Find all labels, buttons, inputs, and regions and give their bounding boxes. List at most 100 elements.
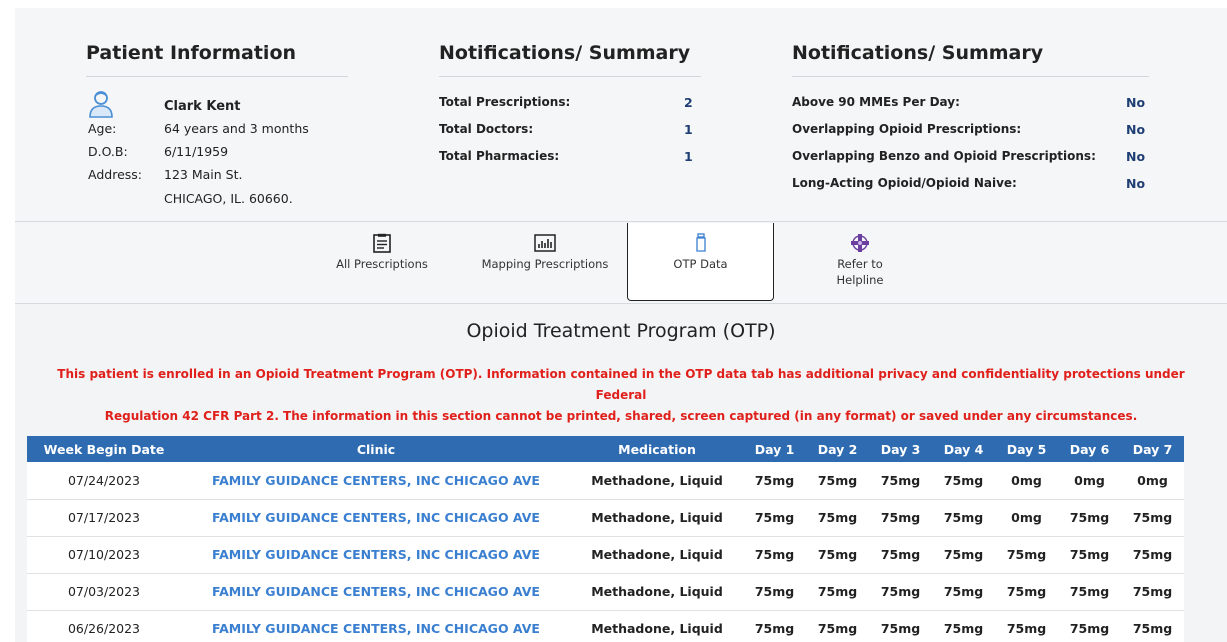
summary-counts-divider [439,76,701,77]
col-header-day-7[interactable]: Day 7 [1121,436,1184,462]
tab-all-prescriptions[interactable]: All Prescriptions [327,223,437,301]
address-label: Address: [88,167,142,182]
tab-otp-data[interactable]: OTP Data [627,223,774,301]
dob-label: D.O.B: [88,144,128,159]
week-begin-date: 06/26/2023 [27,610,181,642]
table-row: 06/26/2023 FAMILY GUIDANCE CENTERS, INC … [27,610,1184,642]
clinic-cell: FAMILY GUIDANCE CENTERS, INC CHICAGO AVE [181,573,571,611]
total-pharmacies-label: Total Pharmacies: [439,149,560,163]
col-header-week-begin-date[interactable]: Week Begin Date [27,436,181,462]
day-4-dose: 75mg [932,462,995,500]
tab-otp-data-label: OTP Data [673,257,728,271]
day-5-dose: 75mg [995,536,1058,574]
clipboard-icon [373,233,391,253]
otp-privacy-warning-line2: Regulation 42 CFR Part 2. The informatio… [104,409,1138,423]
day-4-dose: 75mg [932,610,995,642]
overlapping-opioid-label: Overlapping Opioid Prescriptions: [792,122,1022,136]
day-6-dose: 75mg [1058,573,1121,611]
clinic-link[interactable]: FAMILY GUIDANCE CENTERS, INC CHICAGO AVE [212,584,540,599]
day-3-dose: 75mg [869,499,932,537]
col-header-day-2[interactable]: Day 2 [806,436,869,462]
day-2-dose: 75mg [806,462,869,500]
col-header-day-1[interactable]: Day 1 [743,436,806,462]
tab-bar: All Prescriptions Mapping Prescriptions … [15,223,1227,304]
total-doctors-value: 1 [684,122,693,137]
day-4-dose: 75mg [932,499,995,537]
info-panel: Patient Information Clark Kent Age: 64 y… [15,8,1227,222]
day-1-dose: 75mg [743,536,806,574]
day-7-dose: 0mg [1121,462,1184,500]
day-3-dose: 75mg [869,610,932,642]
day-2-dose: 75mg [806,610,869,642]
bottle-icon [695,233,706,252]
medication: Methadone, Liquid [571,462,743,500]
table-row: 07/17/2023 FAMILY GUIDANCE CENTERS, INC … [27,499,1184,537]
day-2-dose: 75mg [806,499,869,537]
otp-data-table: Week Begin Date Clinic Medication Day 1 … [27,436,1184,642]
day-7-dose: 75mg [1121,499,1184,537]
total-pharmacies-value: 1 [684,149,693,164]
above-90-mme-value: No [1126,95,1146,110]
col-header-day-4[interactable]: Day 4 [932,436,995,462]
day-2-dose: 75mg [806,573,869,611]
summary-flags-title: Notifications/ Summary [792,42,1044,64]
app-frame: Patient Information Clark Kent Age: 64 y… [15,8,1227,642]
clinic-cell: FAMILY GUIDANCE CENTERS, INC CHICAGO AVE [181,610,571,642]
day-4-dose: 75mg [932,573,995,611]
otp-privacy-warning: This patient is enrolled in an Opioid Tr… [39,364,1203,427]
day-5-dose: 0mg [995,499,1058,537]
day-1-dose: 75mg [743,462,806,500]
col-header-day-3[interactable]: Day 3 [869,436,932,462]
day-5-dose: 75mg [995,573,1058,611]
table-row: 07/03/2023 FAMILY GUIDANCE CENTERS, INC … [27,573,1184,611]
dob-value: 6/11/1959 [164,144,229,159]
day-7-dose: 75mg [1121,573,1184,611]
above-90-mme-label: Above 90 MMEs Per Day: [792,95,960,109]
week-begin-date: 07/10/2023 [27,536,181,574]
patient-info-divider [86,76,348,77]
day-6-dose: 75mg [1058,499,1121,537]
day-7-dose: 75mg [1121,610,1184,642]
table-row: 07/24/2023 FAMILY GUIDANCE CENTERS, INC … [27,462,1184,500]
total-doctors-label: Total Doctors: [439,122,534,136]
medication: Methadone, Liquid [571,536,743,574]
tab-mapping-prescriptions-label: Mapping Prescriptions [481,257,609,271]
medication: Methadone, Liquid [571,499,743,537]
long-acting-opioid-label: Long-Acting Opioid/Opioid Naive: [792,176,1017,190]
clinic-link[interactable]: FAMILY GUIDANCE CENTERS, INC CHICAGO AVE [212,510,540,525]
medication: Methadone, Liquid [571,610,743,642]
day-5-dose: 0mg [995,462,1058,500]
tab-mapping-prescriptions[interactable]: Mapping Prescriptions [475,223,615,301]
otp-section-title: Opioid Treatment Program (OTP) [466,320,776,342]
clinic-link[interactable]: FAMILY GUIDANCE CENTERS, INC CHICAGO AVE [212,473,540,488]
clinic-link[interactable]: FAMILY GUIDANCE CENTERS, INC CHICAGO AVE [212,547,540,562]
age-value: 64 years and 3 months [164,121,309,136]
day-6-dose: 75mg [1058,536,1121,574]
day-1-dose: 75mg [743,573,806,611]
long-acting-opioid-value: No [1126,176,1146,191]
tab-all-prescriptions-label: All Prescriptions [336,257,428,271]
tab-refer-helpline[interactable]: Refer to Helpline [815,223,905,301]
total-prescriptions-value: 2 [684,95,693,110]
table-header-row: Week Begin Date Clinic Medication Day 1 … [27,436,1184,462]
col-header-day-5[interactable]: Day 5 [995,436,1058,462]
address-line2: CHICAGO, IL. 60660. [164,191,293,206]
overlapping-opioid-value: No [1126,122,1146,137]
day-1-dose: 75mg [743,499,806,537]
col-header-day-6[interactable]: Day 6 [1058,436,1121,462]
otp-privacy-warning-line1: This patient is enrolled in an Opioid Tr… [57,367,1185,402]
day-1-dose: 75mg [743,610,806,642]
week-begin-date: 07/24/2023 [27,462,181,500]
tab-refer-helpline-label-line2: Helpline [836,273,884,287]
day-3-dose: 75mg [869,462,932,500]
summary-counts-title: Notifications/ Summary [439,42,691,64]
total-prescriptions-label: Total Prescriptions: [439,95,571,109]
col-header-clinic[interactable]: Clinic [181,436,571,462]
clinic-link[interactable]: FAMILY GUIDANCE CENTERS, INC CHICAGO AVE [212,621,540,636]
overlapping-benzo-label: Overlapping Benzo and Opioid Prescriptio… [792,149,1096,163]
summary-flags-divider [792,76,1149,77]
clinic-cell: FAMILY GUIDANCE CENTERS, INC CHICAGO AVE [181,462,571,500]
patient-avatar-icon [89,91,113,118]
patient-name: Clark Kent [164,99,241,114]
col-header-medication[interactable]: Medication [571,436,743,462]
